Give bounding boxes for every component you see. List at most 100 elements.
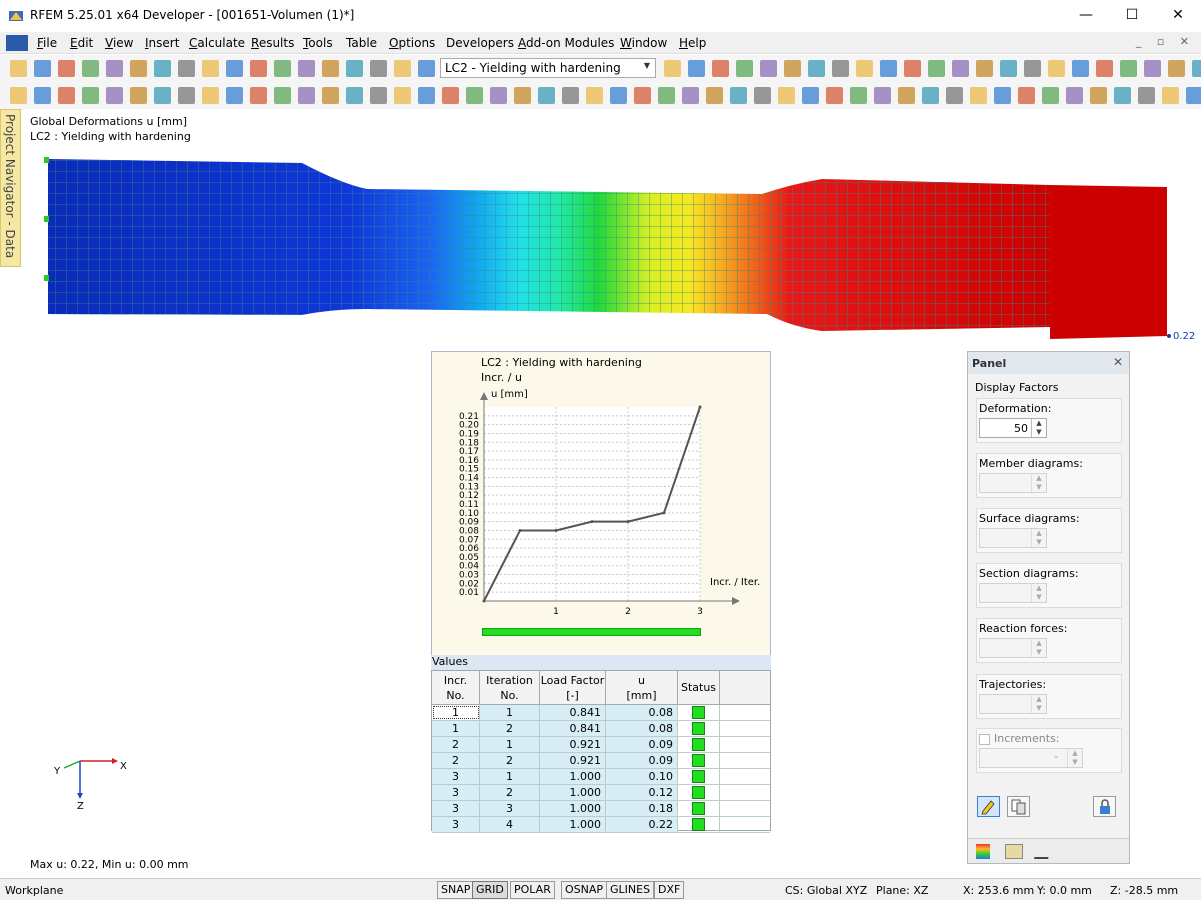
menu-developers[interactable]: Developers — [446, 36, 514, 50]
table-row[interactable]: 2 2 0.921 0.09 — [432, 753, 770, 769]
render-icon[interactable] — [1114, 87, 1131, 104]
menu-table[interactable]: Table — [346, 36, 377, 50]
increments-select[interactable]: ⌄ ▲ ▼ — [979, 748, 1083, 768]
preview-icon[interactable] — [874, 87, 891, 104]
column-header[interactable]: Status — [678, 671, 720, 704]
table-cell-iter[interactable]: 1 — [480, 769, 540, 784]
preview-icon[interactable] — [1144, 60, 1161, 77]
table-cell-lf[interactable]: 1.000 — [540, 801, 606, 816]
edit-icon[interactable] — [178, 60, 195, 77]
undo-icon[interactable] — [130, 60, 147, 77]
table-cell-incr[interactable]: 2 — [432, 753, 480, 768]
snap-toggle-button[interactable]: SNAP — [437, 881, 475, 899]
table-cell-lf[interactable]: 0.841 — [540, 721, 606, 736]
table-cell-iter[interactable]: 3 — [480, 801, 540, 816]
menu-window[interactable]: Window — [620, 36, 667, 50]
table-row[interactable]: 3 3 1.000 0.18 — [432, 801, 770, 817]
new-icon[interactable] — [778, 87, 795, 104]
preview-icon[interactable] — [106, 87, 123, 104]
render-icon[interactable] — [346, 87, 363, 104]
copy-icon[interactable] — [250, 60, 267, 77]
edit-icon[interactable] — [946, 87, 963, 104]
table-cell-u[interactable]: 0.18 — [606, 801, 678, 816]
find-icon[interactable] — [226, 87, 243, 104]
undo-icon[interactable] — [1168, 60, 1185, 77]
zoom-icon[interactable] — [586, 87, 603, 104]
table-row[interactable]: 3 4 1.000 0.22 — [432, 817, 770, 833]
lock-button[interactable] — [1093, 796, 1116, 817]
close-button[interactable]: ✕ — [1155, 0, 1201, 30]
grid-icon[interactable] — [682, 87, 699, 104]
table-row[interactable]: 1 1 0.841 0.08 — [432, 705, 770, 721]
table-cell-lf[interactable]: 0.921 — [540, 753, 606, 768]
view-icon[interactable] — [1090, 87, 1107, 104]
edit-icon[interactable] — [178, 87, 195, 104]
grid-icon[interactable] — [952, 60, 969, 77]
open-icon[interactable] — [1186, 87, 1201, 104]
redo-icon[interactable] — [922, 87, 939, 104]
undo-icon[interactable] — [898, 87, 915, 104]
table-row[interactable]: 3 1 1.000 0.10 — [432, 769, 770, 785]
osnap-toggle-button[interactable]: OSNAP — [561, 881, 608, 899]
paste-icon[interactable] — [928, 60, 945, 77]
table-cell-incr[interactable]: 3 — [432, 801, 480, 816]
copy-icon[interactable] — [1018, 87, 1035, 104]
print-icon[interactable] — [1120, 60, 1137, 77]
polar-toggle-button[interactable]: POLAR — [510, 881, 555, 899]
new-icon[interactable] — [10, 60, 27, 77]
new-icon[interactable] — [394, 60, 411, 77]
menu-results[interactable]: Results — [251, 36, 294, 50]
menu-file[interactable]: File — [37, 36, 57, 50]
increments-checkbox[interactable] — [979, 734, 990, 745]
table-cell-iter[interactable]: 2 — [480, 785, 540, 800]
column-header[interactable]: Load Factor [-] — [540, 671, 606, 704]
render-icon[interactable] — [1000, 60, 1017, 77]
print-icon[interactable] — [850, 87, 867, 104]
table-cell-incr[interactable]: 3 — [432, 785, 480, 800]
find-icon[interactable] — [226, 60, 243, 77]
preview-icon[interactable] — [760, 60, 777, 77]
view-icon[interactable] — [322, 60, 339, 77]
mdi-controls[interactable]: _ ▫ ✕ — [1136, 35, 1195, 48]
table-cell-lf[interactable]: 1.000 — [540, 785, 606, 800]
copy-icon[interactable] — [634, 87, 651, 104]
copy-icon[interactable] — [250, 87, 267, 104]
grid-icon[interactable] — [1066, 87, 1083, 104]
column-header[interactable]: Incr. No. — [432, 671, 480, 704]
find-icon[interactable] — [994, 87, 1011, 104]
display-factors-tab-icon[interactable] — [1005, 844, 1023, 859]
open-icon[interactable] — [418, 60, 435, 77]
menu-calculate[interactable]: Calculate — [189, 36, 245, 50]
redo-icon[interactable] — [808, 60, 825, 77]
color-scale-tab-icon[interactable] — [976, 844, 990, 859]
table-cell-incr[interactable]: 1 — [432, 705, 480, 720]
print-icon[interactable] — [736, 60, 753, 77]
table-icon[interactable] — [370, 87, 387, 104]
column-header[interactable]: u [mm] — [606, 671, 678, 704]
redo-icon[interactable] — [538, 87, 555, 104]
table-cell-u[interactable]: 0.10 — [606, 769, 678, 784]
project-navigator-tab[interactable]: Project Navigator - Data — [0, 109, 21, 267]
table-cell-u[interactable]: 0.09 — [606, 737, 678, 752]
factor-spinbox[interactable]: 50 ▲ ▼ — [979, 418, 1047, 438]
paste-icon[interactable] — [1042, 87, 1059, 104]
dxf-toggle-button[interactable]: DXF — [654, 881, 685, 899]
undo-icon[interactable] — [130, 87, 147, 104]
menu-tools[interactable]: Tools — [303, 36, 333, 50]
open-icon[interactable] — [418, 87, 435, 104]
table-cell-iter[interactable]: 4 — [480, 817, 540, 832]
view-icon[interactable] — [322, 87, 339, 104]
table-cell-u[interactable]: 0.22 — [606, 817, 678, 832]
panel-close-icon[interactable]: ✕ — [1113, 355, 1123, 369]
open-icon[interactable] — [1072, 60, 1089, 77]
zoom-icon[interactable] — [202, 60, 219, 77]
maximize-button[interactable]: ☐ — [1109, 0, 1155, 30]
table-cell-lf[interactable]: 0.841 — [540, 705, 606, 720]
zoom-icon[interactable] — [856, 60, 873, 77]
save-icon[interactable] — [1096, 60, 1113, 77]
preview-icon[interactable] — [106, 60, 123, 77]
menu-add-on-modules[interactable]: Add-on Modules — [518, 36, 614, 50]
grid-icon[interactable] — [298, 60, 315, 77]
table-row[interactable]: 3 2 1.000 0.12 — [432, 785, 770, 801]
new-icon[interactable] — [10, 87, 27, 104]
